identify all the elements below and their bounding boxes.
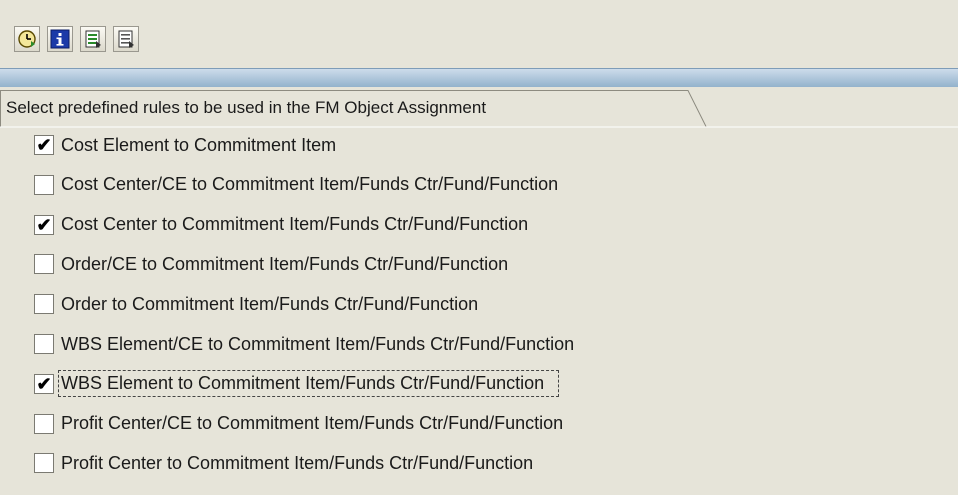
rule-checkbox[interactable] xyxy=(34,453,54,474)
checkmark-icon: ✔ xyxy=(36,135,52,155)
rule-option-wbs-element-ce[interactable]: WBS Element/CE to Commitment Item/Funds … xyxy=(34,326,574,362)
rule-checkbox[interactable] xyxy=(34,254,54,275)
window-title-area xyxy=(0,0,958,7)
checkmark-icon: ✔ xyxy=(36,373,52,394)
rule-option-cost-center[interactable]: ✔ Cost Center to Commitment Item/Funds Ct… xyxy=(34,207,528,243)
rule-checkbox[interactable]: ✔ xyxy=(34,135,54,155)
information-icon xyxy=(50,29,70,49)
select-all-button[interactable] xyxy=(80,26,106,52)
rule-option-profit-center-ce[interactable]: Profit Center/CE to Commitment Item/Fund… xyxy=(34,406,563,442)
rule-option-profit-center[interactable]: Profit Center to Commitment Item/Funds C… xyxy=(34,445,533,481)
rule-option-wbs-element[interactable]: ✔ WBS Element to Commitment Item/Funds Ct… xyxy=(34,366,560,402)
rule-option-cost-element-to-commitment-item[interactable]: ✔ Cost Element to Commitment Item xyxy=(34,127,336,163)
rule-checkbox[interactable] xyxy=(34,413,54,434)
rule-label: WBS Element to Commitment Item/Funds Ctr… xyxy=(57,370,560,398)
application-toolbar xyxy=(0,7,958,63)
rule-checkbox[interactable]: ✔ xyxy=(34,373,54,394)
rule-checkbox[interactable] xyxy=(34,334,54,354)
rule-label: Cost Element to Commitment Item xyxy=(61,134,337,155)
rule-checkbox[interactable]: ✔ xyxy=(34,214,54,235)
group-title: Select predefined rules to be used in th… xyxy=(6,98,487,117)
information-button[interactable] xyxy=(47,26,73,52)
rule-label: Cost Center to Commitment Item/Funds Ctr… xyxy=(61,214,529,235)
group-tab: Select predefined rules to be used in th… xyxy=(0,90,958,128)
header-separator-band xyxy=(0,68,958,87)
execute-clock-icon xyxy=(17,29,37,49)
rule-checkbox[interactable] xyxy=(34,174,54,195)
deselect-all-icon xyxy=(116,29,136,49)
rule-label: Order to Commitment Item/Funds Ctr/Fund/… xyxy=(61,293,479,314)
deselect-all-button[interactable] xyxy=(113,26,139,52)
rule-label: Order/CE to Commitment Item/Funds Ctr/Fu… xyxy=(61,253,509,274)
rule-option-cost-center-ce[interactable]: Cost Center/CE to Commitment Item/Funds … xyxy=(34,167,558,203)
rule-option-order-ce[interactable]: Order/CE to Commitment Item/Funds Ctr/Fu… xyxy=(34,246,508,282)
group-box-header: Select predefined rules to be used in th… xyxy=(0,90,958,128)
rule-label: WBS Element/CE to Commitment Item/Funds … xyxy=(61,333,575,354)
rule-checkbox[interactable] xyxy=(34,294,54,315)
checkmark-icon: ✔ xyxy=(36,214,52,235)
rule-label: Profit Center/CE to Commitment Item/Fund… xyxy=(61,413,564,434)
rule-label: Profit Center to Commitment Item/Funds C… xyxy=(61,452,534,473)
rule-option-order[interactable]: Order to Commitment Item/Funds Ctr/Fund/… xyxy=(34,286,478,322)
execute-clock-button[interactable] xyxy=(14,26,40,52)
rule-label: Cost Center/CE to Commitment Item/Funds … xyxy=(61,174,559,195)
select-all-icon xyxy=(83,29,103,49)
